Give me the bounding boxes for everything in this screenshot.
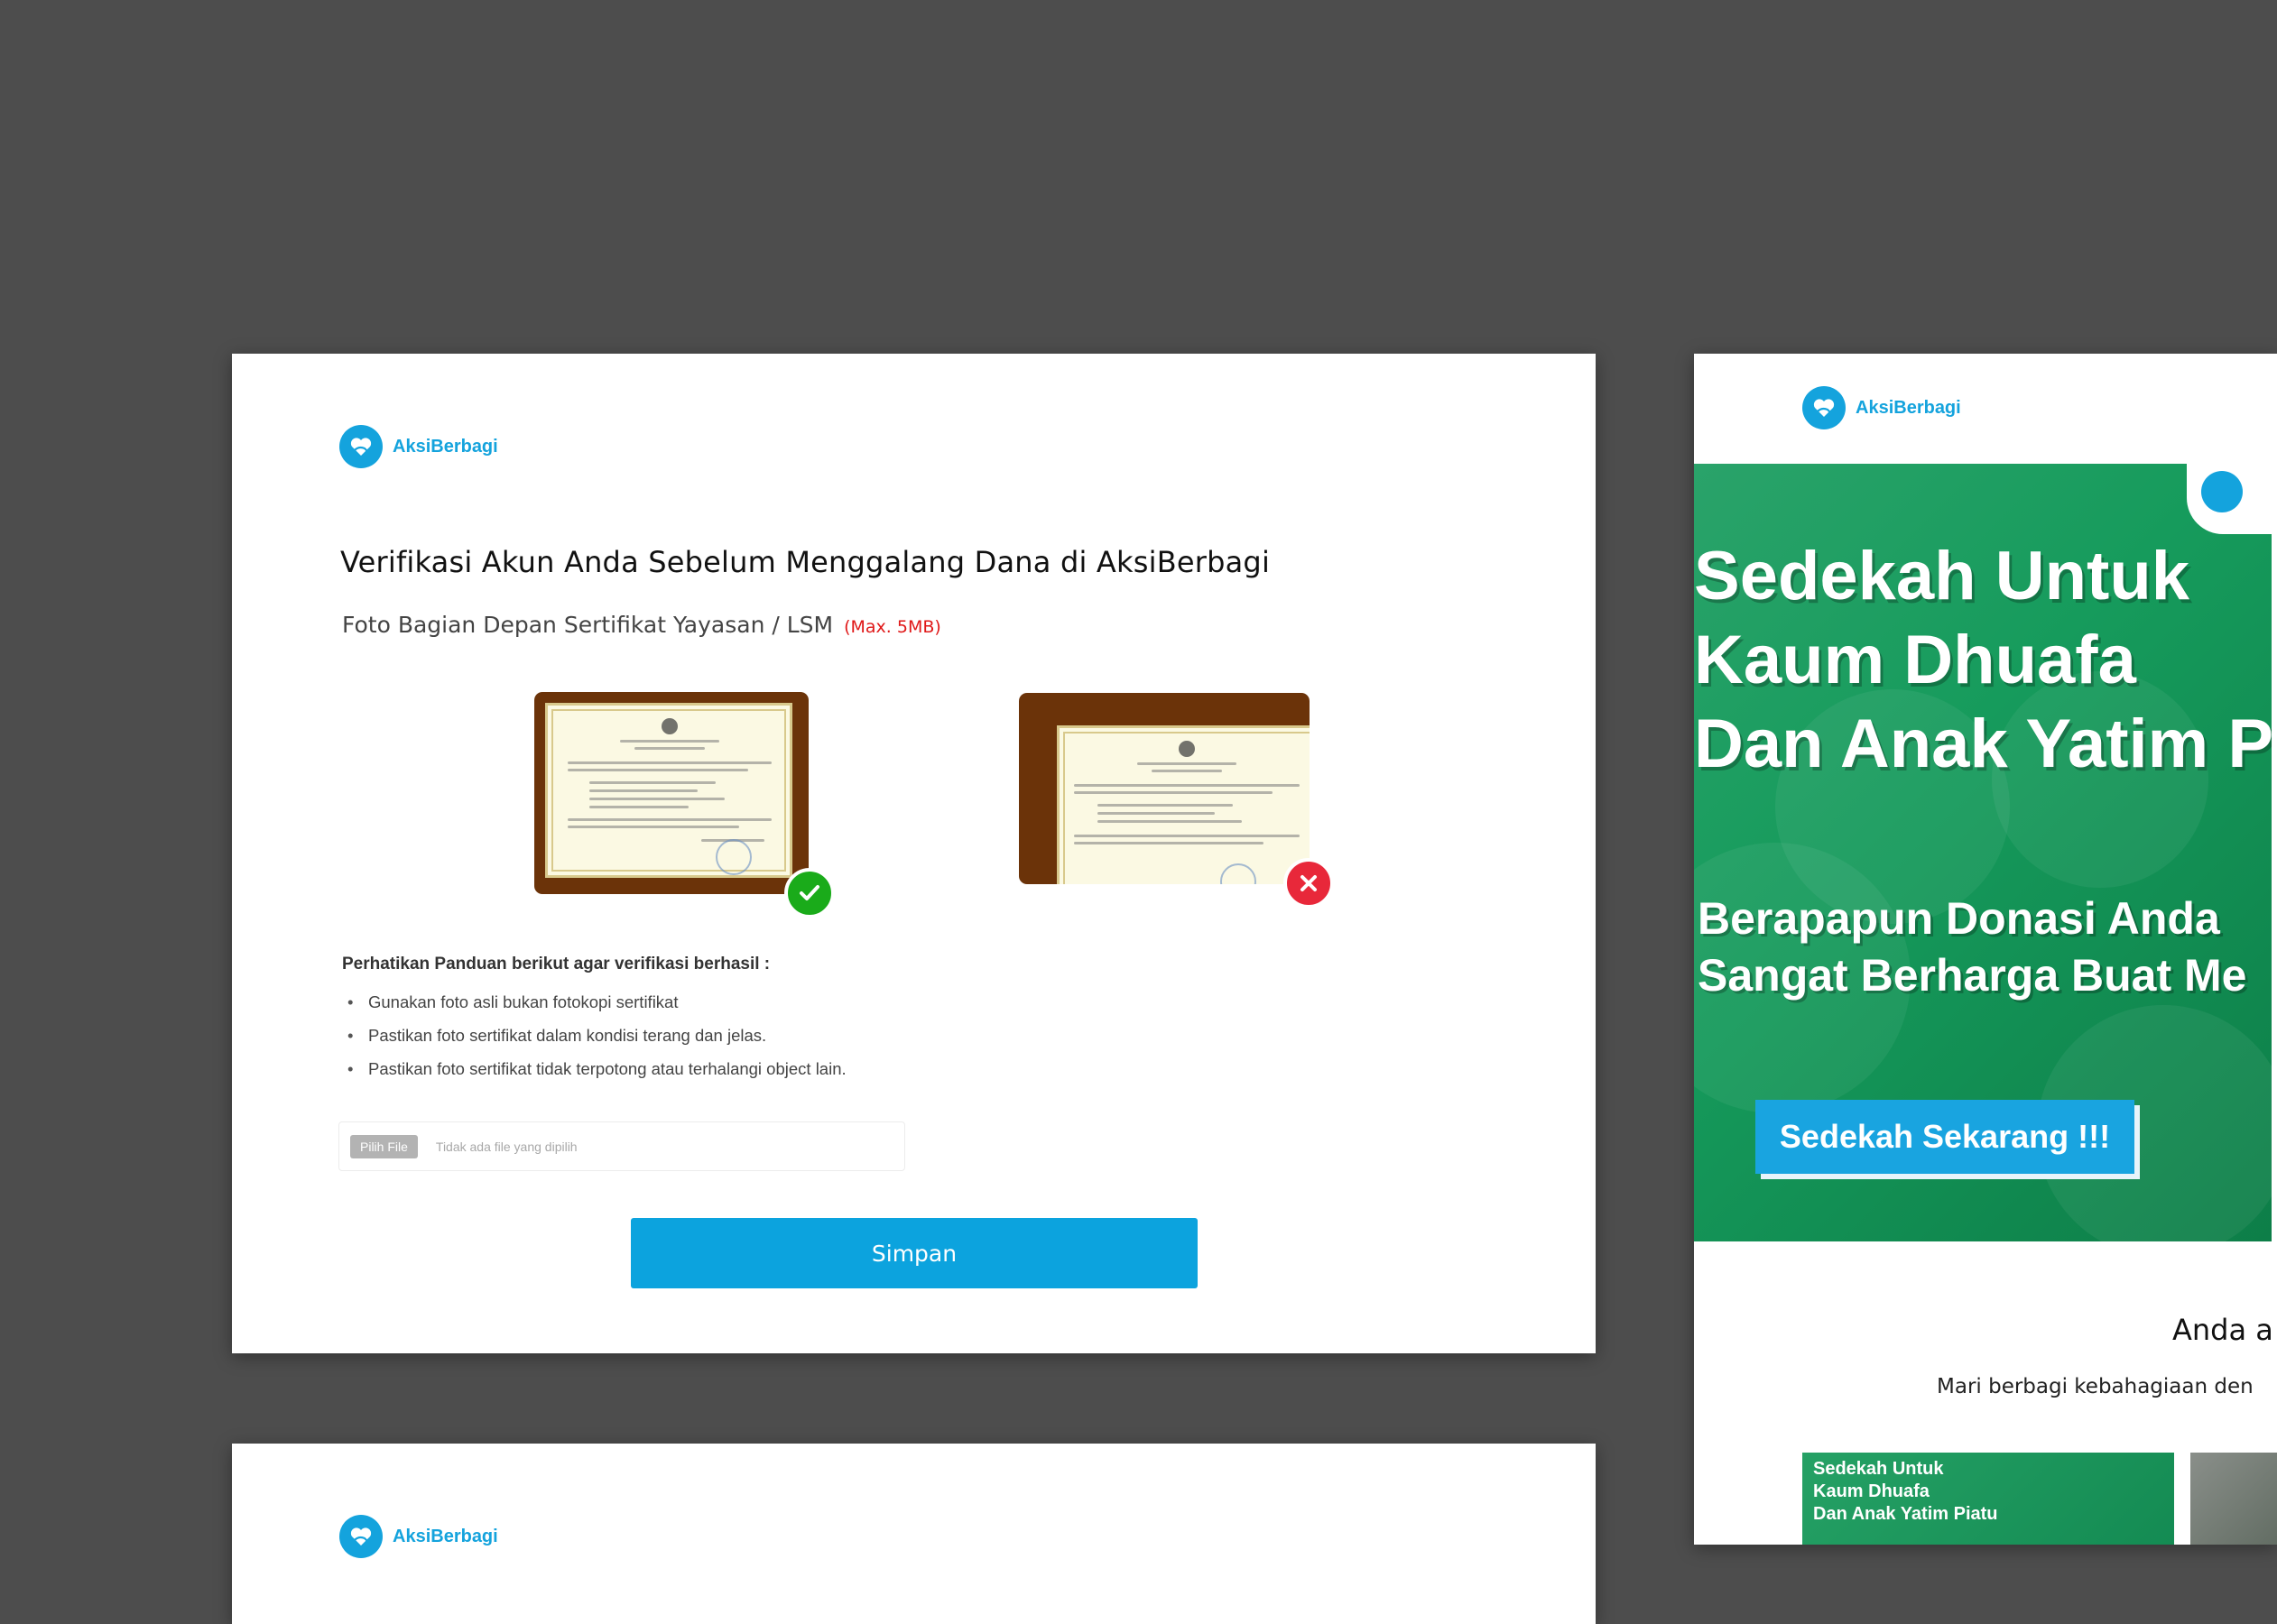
brand-name: AksiBerbagi <box>393 1526 498 1546</box>
certificate-example-correct <box>534 692 809 894</box>
certificate-paper <box>545 703 792 878</box>
upload-field-label: Foto Bagian Depan Sertifikat Yayasan / L… <box>342 612 941 638</box>
partner-logo-chip <box>2187 464 2272 534</box>
heart-hand-icon <box>339 425 383 468</box>
brand-logo[interactable]: AksiBerbagi <box>339 425 498 468</box>
field-label: Foto Bagian Depan Sertifikat Yayasan / L… <box>342 612 834 638</box>
stamp-icon <box>716 839 752 875</box>
emblem-icon <box>662 718 678 734</box>
section-description: Mari berbagi kebahagiaan den <box>1937 1375 2254 1398</box>
promo-subheadline: Berapapun Donasi Anda Sangat Berharga Bu… <box>1698 890 2246 1004</box>
promo-sub-line: Sangat Berharga Buat Me <box>1698 950 2247 1001</box>
campaign-thumbnail[interactable]: Sedekah Untuk Kaum Dhuafa Dan Anak Yatim… <box>1802 1453 2174 1545</box>
guide-item: Pastikan foto sertifikat dalam kondisi t… <box>342 1019 847 1052</box>
verification-card: AksiBerbagi Verifikasi Akun Anda Sebelum… <box>232 354 1596 1353</box>
donate-now-button[interactable]: Sedekah Sekarang !!! <box>1755 1100 2134 1174</box>
campaign-thumbnail[interactable] <box>2190 1453 2277 1545</box>
thumbnail-caption: Sedekah Untuk Kaum Dhuafa Dan Anak Yatim… <box>1813 1459 1998 1524</box>
save-button[interactable]: Simpan <box>631 1218 1198 1288</box>
check-icon <box>784 868 835 918</box>
stamp-icon <box>1220 863 1256 884</box>
heart-hand-icon <box>339 1515 383 1558</box>
guide-title: Perhatikan Panduan berikut agar verifika… <box>342 955 771 973</box>
guide-item: Pastikan foto sertifikat tidak terpotong… <box>342 1052 847 1085</box>
promo-banner[interactable]: Sedekah Untuk Kaum Dhuafa Dan Anak Yatim… <box>1694 464 2272 1241</box>
brand-name: AksiBerbagi <box>1856 397 1961 418</box>
campaign-card: AksiBerbagi Sedekah Untuk Kaum Dhuafa Da… <box>1694 354 2277 1545</box>
emblem-icon <box>1179 741 1195 757</box>
promo-headline-line: Sedekah Untuk <box>1694 538 2190 614</box>
heart-hand-icon <box>1802 386 1846 429</box>
file-status-text: Tidak ada file yang dipilih <box>435 1139 578 1154</box>
guide-item: Gunakan foto asli bukan fotokopi sertifi… <box>342 985 847 1019</box>
promo-headline-line: Kaum Dhuafa <box>1694 622 2136 698</box>
promo-headline: Sedekah Untuk Kaum Dhuafa Dan Anak Yatim… <box>1694 534 2272 786</box>
certificate-paper-cropped <box>1057 725 1310 884</box>
max-size-note: (Max. 5MB) <box>844 617 941 637</box>
choose-file-button[interactable]: Pilih File <box>350 1134 418 1158</box>
partner-logo-icon <box>2201 471 2243 512</box>
next-card: AksiBerbagi <box>232 1444 1596 1624</box>
promo-sub-line: Berapapun Donasi Anda <box>1698 893 2220 944</box>
brand-name: AksiBerbagi <box>393 436 498 457</box>
promo-headline-line: Dan Anak Yatim P <box>1694 706 2272 782</box>
section-heading: Anda a <box>2172 1313 2273 1347</box>
brand-logo[interactable]: AksiBerbagi <box>1802 386 1961 429</box>
brand-logo[interactable]: AksiBerbagi <box>339 1515 498 1558</box>
certificate-example-incorrect <box>1019 693 1310 884</box>
page-title: Verifikasi Akun Anda Sebelum Menggalang … <box>340 545 1271 579</box>
guide-list: Gunakan foto asli bukan fotokopi sertifi… <box>342 985 847 1085</box>
cross-icon <box>1283 858 1334 909</box>
certificate-file-input[interactable]: Pilih File Tidak ada file yang dipilih <box>338 1121 905 1171</box>
